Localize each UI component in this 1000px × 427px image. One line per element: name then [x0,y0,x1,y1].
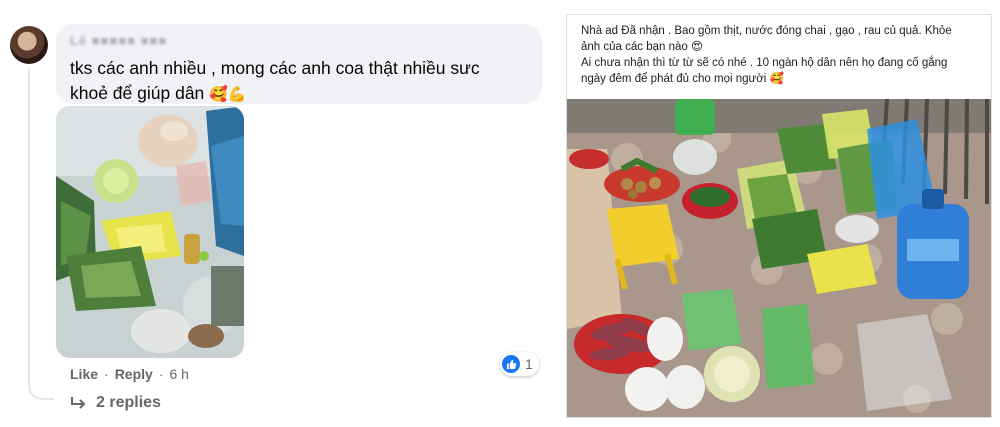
comment-bubble: Lê ■■■■■ ■■■ tks các anh nhiều , mong cá… [56,24,542,104]
reaction-count: 1 [525,356,533,372]
post-panel: Nhà ad Đã nhận . Bao gồm thịt, nước đóng… [566,14,992,418]
comment-text-line: khoẻ để giúp dân 🥰💪 [70,81,528,107]
comment-timestamp[interactable]: 6 h [169,366,188,382]
reply-link[interactable]: Reply [115,366,153,382]
post-caption: Nhà ad Đã nhận . Bao gồm thịt, nước đóng… [581,23,981,87]
thread-connector [28,68,54,400]
separator-dot: · [158,366,164,382]
post-caption-line: ngày đêm để phát đủ cho mọi người 🥰 [581,73,784,85]
groceries-photo-drawing [56,106,244,358]
post-caption-line: Ai chưa nhận thì từ từ sẽ có nhé . 10 ng… [581,57,948,69]
comment-author[interactable]: Lê ■■■■■ ■■■ [70,33,167,49]
like-reaction-icon [502,355,520,373]
post-caption-line: ảnh của các bạn nào 😍 [581,41,703,53]
comment-photo[interactable] [56,106,244,358]
replies-label: 2 replies [96,394,161,411]
separator-dot: · [104,366,109,382]
post-caption-line: Nhà ad Đã nhận . Bao gồm thịt, nước đóng… [581,25,952,37]
post-photo[interactable] [567,99,991,417]
comment-text-line2: khoẻ để giúp dân [70,83,205,103]
comment-panel: Lê ■■■■■ ■■■ tks các anh nhiều , mong cá… [0,0,560,427]
avatar[interactable] [10,26,48,64]
reaction-summary[interactable]: 1 [500,352,539,376]
comment-text-line: tks các anh nhiều , mong các anh coa thậ… [70,58,480,78]
comment-emoji: 🥰💪 [209,85,247,103]
reply-arrow-icon [71,397,86,409]
relief-goods-photo-drawing [567,99,991,417]
view-replies-button[interactable]: 2 replies [70,394,161,412]
comment-actions: Like · Reply · 6 h [70,366,189,382]
like-link[interactable]: Like [70,366,98,382]
comment-text: tks các anh nhiều , mong các anh coa thậ… [70,56,528,107]
